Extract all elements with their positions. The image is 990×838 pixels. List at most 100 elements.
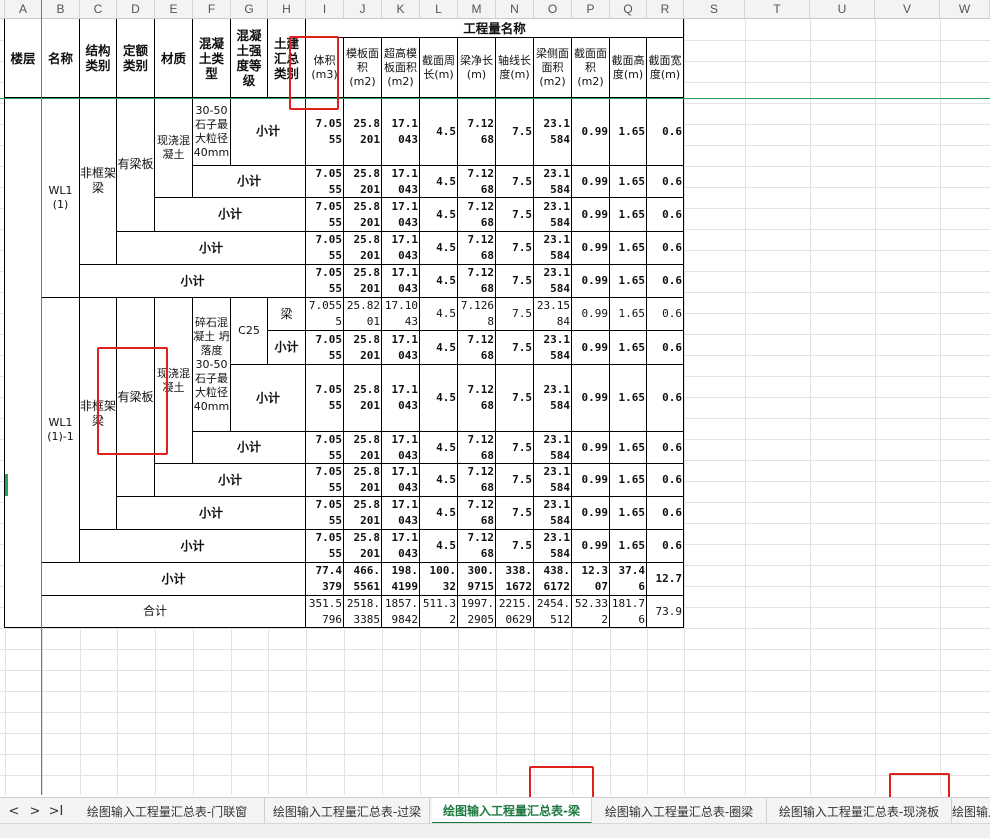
total-value-8: 181.7 6 xyxy=(610,596,647,628)
row2-value-3: 4.5 xyxy=(420,166,458,198)
row4-value-6: 23.1 584 xyxy=(534,232,572,265)
column-header-r[interactable]: R xyxy=(647,0,684,19)
floor-cell xyxy=(5,98,42,628)
row13-value-9: 12.7 xyxy=(647,563,684,596)
row10-value-4: 7.12 68 xyxy=(458,464,496,497)
row9-value-5: 7.5 xyxy=(496,432,534,464)
column-header-h[interactable]: H xyxy=(268,0,306,19)
sheet-tab-3[interactable]: 绘图输入工程量汇总表-梁 xyxy=(432,798,592,824)
subtotal-f-h-1: 小计 xyxy=(193,166,306,198)
sheet-tab-2[interactable]: 绘图输入工程量汇总表-过梁 xyxy=(265,798,430,824)
row11-value-8: 1.65 xyxy=(610,497,647,530)
row8-value-4: 7.12 68 xyxy=(458,365,496,432)
column-header-a[interactable]: A xyxy=(5,0,42,19)
row-gridline xyxy=(0,775,990,776)
row2-value-6: 23.1 584 xyxy=(534,166,572,198)
total-value-7: 52.33 2 xyxy=(572,596,610,628)
spreadsheet[interactable]: A B C D E F G H I J K L M N O P Q R S T U V W 楼层 名称 结构类别 定额类别 材质 混凝土… xyxy=(0,0,990,838)
column-header-k[interactable]: K xyxy=(382,0,420,19)
row7-value-5: 7.5 xyxy=(496,331,534,365)
column-header-c[interactable]: C xyxy=(80,0,117,19)
column-header-l[interactable]: L xyxy=(420,0,458,19)
column-header-d[interactable]: D xyxy=(117,0,155,19)
row12-value-4: 7.12 68 xyxy=(458,530,496,563)
row12-value-3: 4.5 xyxy=(420,530,458,563)
column-header-s[interactable]: S xyxy=(684,0,745,19)
row10-value-8: 1.65 xyxy=(610,464,647,497)
row1-value-4: 7.12 68 xyxy=(458,98,496,166)
nav-next-button[interactable]: > xyxy=(27,801,43,821)
row3-value-7: 0.99 xyxy=(572,198,610,232)
row8-value-1: 25.8 201 xyxy=(344,365,382,432)
column-header-n[interactable]: N xyxy=(496,0,534,19)
row11-value-9: 0.6 xyxy=(647,497,684,530)
row8-value-0: 7.05 55 xyxy=(306,365,344,432)
row4-value-9: 0.6 xyxy=(647,232,684,265)
column-header-f[interactable]: F xyxy=(193,0,231,19)
row7-value-3: 4.5 xyxy=(420,331,458,365)
row9-value-9: 0.6 xyxy=(647,432,684,464)
total-value-0: 351.5 796 xyxy=(306,596,344,628)
row12-value-7: 0.99 xyxy=(572,530,610,563)
row1-value-7: 0.99 xyxy=(572,98,610,166)
column-header-i[interactable]: I xyxy=(306,0,344,19)
column-header-j[interactable]: J xyxy=(344,0,382,19)
row6-value-4: 7.126 8 xyxy=(458,298,496,331)
row9-value-4: 7.12 68 xyxy=(458,432,496,464)
nav-prev-button[interactable]: < xyxy=(6,801,22,821)
row12-value-6: 23.1 584 xyxy=(534,530,572,563)
subtotal-d-h-1: 小计 xyxy=(117,232,306,265)
row1-value-8: 1.65 xyxy=(610,98,647,166)
row2-value-5: 7.5 xyxy=(496,166,534,198)
column-header-w[interactable]: W xyxy=(940,0,990,19)
column-header-p[interactable]: P xyxy=(572,0,610,19)
row10-value-2: 17.1 043 xyxy=(382,464,420,497)
concrete-type-1: 30-50石子最大粒径40mm xyxy=(193,98,231,166)
header-formwork-area: 模板面积(m2) xyxy=(344,38,382,98)
row9-value-1: 25.8 201 xyxy=(344,432,382,464)
subtotal-e-h-1: 小计 xyxy=(155,198,306,232)
column-header-b[interactable]: B xyxy=(42,0,80,19)
row6-value-2: 17.10 43 xyxy=(382,298,420,331)
column-header-m[interactable]: M xyxy=(458,0,496,19)
struct-non-frame-1: 非框架梁 xyxy=(80,98,117,265)
row8-value-3: 4.5 xyxy=(420,365,458,432)
total-value-6: 2454. 512 xyxy=(534,596,572,628)
column-gridline xyxy=(745,19,746,795)
row8-value-5: 7.5 xyxy=(496,365,534,432)
row5-value-7: 0.99 xyxy=(572,265,610,298)
header-struct-type: 结构类别 xyxy=(80,19,117,98)
column-header-e[interactable]: E xyxy=(155,0,193,19)
column-header-t[interactable]: T xyxy=(745,0,810,19)
sheet-tab-4[interactable]: 绘图输入工程量汇总表-圈梁 xyxy=(592,798,767,824)
row5-value-2: 17.1 043 xyxy=(382,265,420,298)
concrete-type-2: 碎石混凝土 坍落度30-50 石子最大粒径40mm xyxy=(193,298,231,432)
row6-value-6: 23.15 84 xyxy=(534,298,572,331)
column-header-u[interactable]: U xyxy=(810,0,875,19)
row10-value-9: 0.6 xyxy=(647,464,684,497)
total-value-1: 2518. 3385 xyxy=(344,596,382,628)
column-header-q[interactable]: Q xyxy=(610,0,647,19)
column-header-g[interactable]: G xyxy=(231,0,268,19)
row3-value-5: 7.5 xyxy=(496,198,534,232)
row8-value-2: 17.1 043 xyxy=(382,365,420,432)
row6-value-8: 1.65 xyxy=(610,298,647,331)
row11-value-1: 25.8 201 xyxy=(344,497,382,530)
name-wl1: WL1 (1) xyxy=(42,98,80,298)
row4-value-8: 1.65 xyxy=(610,232,647,265)
header-perimeter: 截面周长(m) xyxy=(420,38,458,98)
row7-value-6: 23.1 584 xyxy=(534,331,572,365)
header-section-width: 截面宽度(m) xyxy=(647,38,684,98)
nav-last-button[interactable]: >I xyxy=(48,801,64,821)
column-header-o[interactable]: O xyxy=(534,0,572,19)
sheet-tab-5[interactable]: 绘图输入工程量汇总表-现浇板 xyxy=(767,798,952,824)
row13-value-7: 12.3 07 xyxy=(572,563,610,596)
total-value-4: 1997. 2905 xyxy=(458,596,496,628)
row8-value-7: 0.99 xyxy=(572,365,610,432)
row4-value-3: 4.5 xyxy=(420,232,458,265)
column-header-v[interactable]: V xyxy=(875,0,940,19)
row3-value-6: 23.1 584 xyxy=(534,198,572,232)
row12-value-9: 0.6 xyxy=(647,530,684,563)
sheet-tab-6[interactable]: 绘图输入 xyxy=(952,798,990,824)
sheet-tab-1[interactable]: 绘图输入工程量汇总表-门联窗 xyxy=(70,798,265,824)
